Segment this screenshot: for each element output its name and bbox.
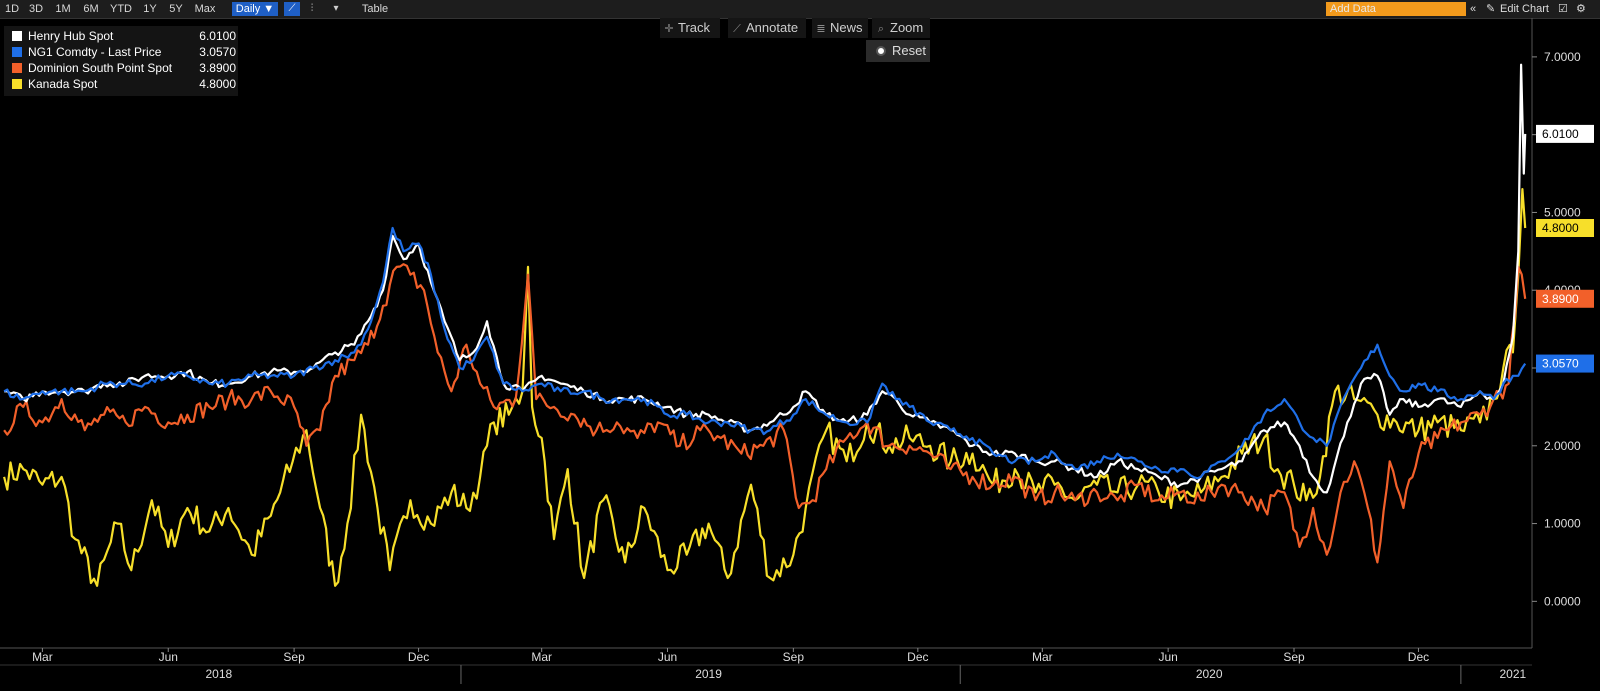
year-label: 2020 <box>1196 667 1223 681</box>
range-6m[interactable]: 6M <box>78 2 104 16</box>
legend-swatch <box>12 63 22 73</box>
range-ytd[interactable]: YTD <box>106 2 136 16</box>
y-tick-label: 1.0000 <box>1544 517 1581 531</box>
edit-icon[interactable]: ☑ <box>1558 2 1568 16</box>
legend-item[interactable]: NG1 Comdty - Last Price 3.0570 <box>8 44 236 60</box>
x-tick-label: Dec <box>907 650 928 664</box>
pen-icon: ⟋ <box>733 23 741 35</box>
year-label: 2018 <box>206 667 233 681</box>
x-tick-label: Dec <box>408 650 429 664</box>
range-5y[interactable]: 5Y <box>164 2 188 16</box>
x-tick-label: Jun <box>1158 650 1177 664</box>
range-1d[interactable]: 1D <box>2 2 22 16</box>
chart-axes: 0.00001.00002.00003.00004.00005.00006.00… <box>0 18 1581 684</box>
reset-button[interactable]: Reset <box>866 40 930 62</box>
legend-value: 3.8900 <box>199 61 236 75</box>
last-value-tag: 3.0570 <box>1536 354 1594 373</box>
year-label: 2019 <box>695 667 722 681</box>
x-tick-label: Jun <box>658 650 677 664</box>
y-tick-label: 2.0000 <box>1544 439 1581 453</box>
x-tick-label: Mar <box>531 650 552 664</box>
legend-name: Kanada Spot <box>28 77 98 91</box>
x-tick-label: Sep <box>783 650 805 664</box>
y-tick-label: 5.0000 <box>1544 205 1581 219</box>
x-tick-label: Mar <box>1032 650 1053 664</box>
y-tick-label: 0.0000 <box>1544 594 1581 608</box>
news-icon: ≣ <box>816 23 826 35</box>
crosshair-icon: ✛ <box>664 23 674 35</box>
last-value-tags: 4.8000 3.8900 6.0100 3.0570 <box>1536 124 1594 373</box>
news-tool[interactable]: ≣ News <box>812 18 868 38</box>
year-label: 2021 <box>1499 667 1526 681</box>
x-tick-label: Mar <box>32 650 53 664</box>
legend-swatch <box>12 47 22 57</box>
last-value-text: 4.8000 <box>1542 221 1579 235</box>
annotate-label: Annotate <box>746 20 799 35</box>
zoom-label: Zoom <box>890 20 924 35</box>
legend-value: 4.8000 <box>199 77 236 91</box>
series-line-henry-hub-spot <box>4 63 1527 494</box>
range-1y[interactable]: 1Y <box>138 2 162 16</box>
legend-name: Dominion South Point Spot <box>28 61 173 75</box>
chart-lines <box>3 63 1527 587</box>
y-tick-label: 7.0000 <box>1544 50 1581 64</box>
legend-item[interactable]: Kanada Spot 4.8000 <box>8 76 236 92</box>
last-value-text: 3.0570 <box>1542 357 1579 371</box>
line-chart-icon[interactable]: ⟋ <box>284 2 300 16</box>
bar-chart-icon[interactable]: ⫶ <box>304 2 320 16</box>
track-tool[interactable]: ✛ Track <box>660 18 720 38</box>
last-value-tag: 4.8000 <box>1536 219 1594 237</box>
legend-name: NG1 Comdty - Last Price <box>28 45 162 59</box>
x-tick-label: Sep <box>283 650 305 664</box>
edit-chart-button[interactable]: Edit Chart <box>1500 2 1549 16</box>
chart-legend: Henry Hub Spot 6.0100 NG1 Comdty - Last Pr… <box>4 26 238 96</box>
collapse-icon[interactable]: « <box>1470 2 1476 16</box>
legend-swatch <box>12 79 22 89</box>
legend-value: 3.0570 <box>199 45 236 59</box>
chevron-down-icon[interactable]: ▾ <box>328 2 344 16</box>
track-label: Track <box>678 20 711 35</box>
zoom-tool[interactable]: ⌕ Zoom <box>872 18 930 38</box>
legend-swatch <box>12 31 22 41</box>
range-max[interactable]: Max <box>190 2 220 16</box>
last-value-tag: 6.0100 <box>1536 124 1594 143</box>
price-chart: 0.00001.00002.00003.00004.00005.00006.00… <box>0 18 1594 684</box>
range-3d[interactable]: 3D <box>24 2 48 16</box>
legend-name: Henry Hub Spot <box>28 29 114 43</box>
reset-icon <box>876 46 886 56</box>
frequency-dropdown[interactable]: Daily ▼ <box>232 2 278 16</box>
x-tick-label: Sep <box>1283 650 1305 664</box>
series-line-kanada-spot <box>3 188 1527 587</box>
last-value-text: 3.8900 <box>1542 292 1579 306</box>
last-value-text: 6.0100 <box>1542 127 1579 141</box>
magnifier-icon: ⌕ <box>877 23 885 35</box>
range-1m[interactable]: 1M <box>50 2 76 16</box>
chart-toolbar: 1D 3D 1M 6M YTD 1Y 5Y Max Daily ▼ ⟋ ⫶ ▾ Table A… <box>0 0 1600 19</box>
series-line-dominion-south-point-spot <box>3 263 1527 564</box>
legend-item[interactable]: Dominion South Point Spot 3.8900 <box>8 60 236 76</box>
pencil-icon[interactable]: ✎ <box>1486 2 1496 16</box>
add-data-input[interactable]: Add Data <box>1326 2 1466 16</box>
news-label: News <box>830 20 863 35</box>
reset-label: Reset <box>892 43 926 58</box>
table-button[interactable]: Table <box>352 2 398 16</box>
legend-value: 6.0100 <box>199 29 236 43</box>
last-value-tag: 3.8900 <box>1536 289 1594 308</box>
annotate-tool[interactable]: ⟋ Annotate <box>728 18 806 38</box>
x-tick-label: Dec <box>1408 650 1429 664</box>
gear-icon[interactable]: ⚙ <box>1576 2 1586 16</box>
x-tick-label: Jun <box>159 650 178 664</box>
legend-item[interactable]: Henry Hub Spot 6.0100 <box>8 28 236 44</box>
